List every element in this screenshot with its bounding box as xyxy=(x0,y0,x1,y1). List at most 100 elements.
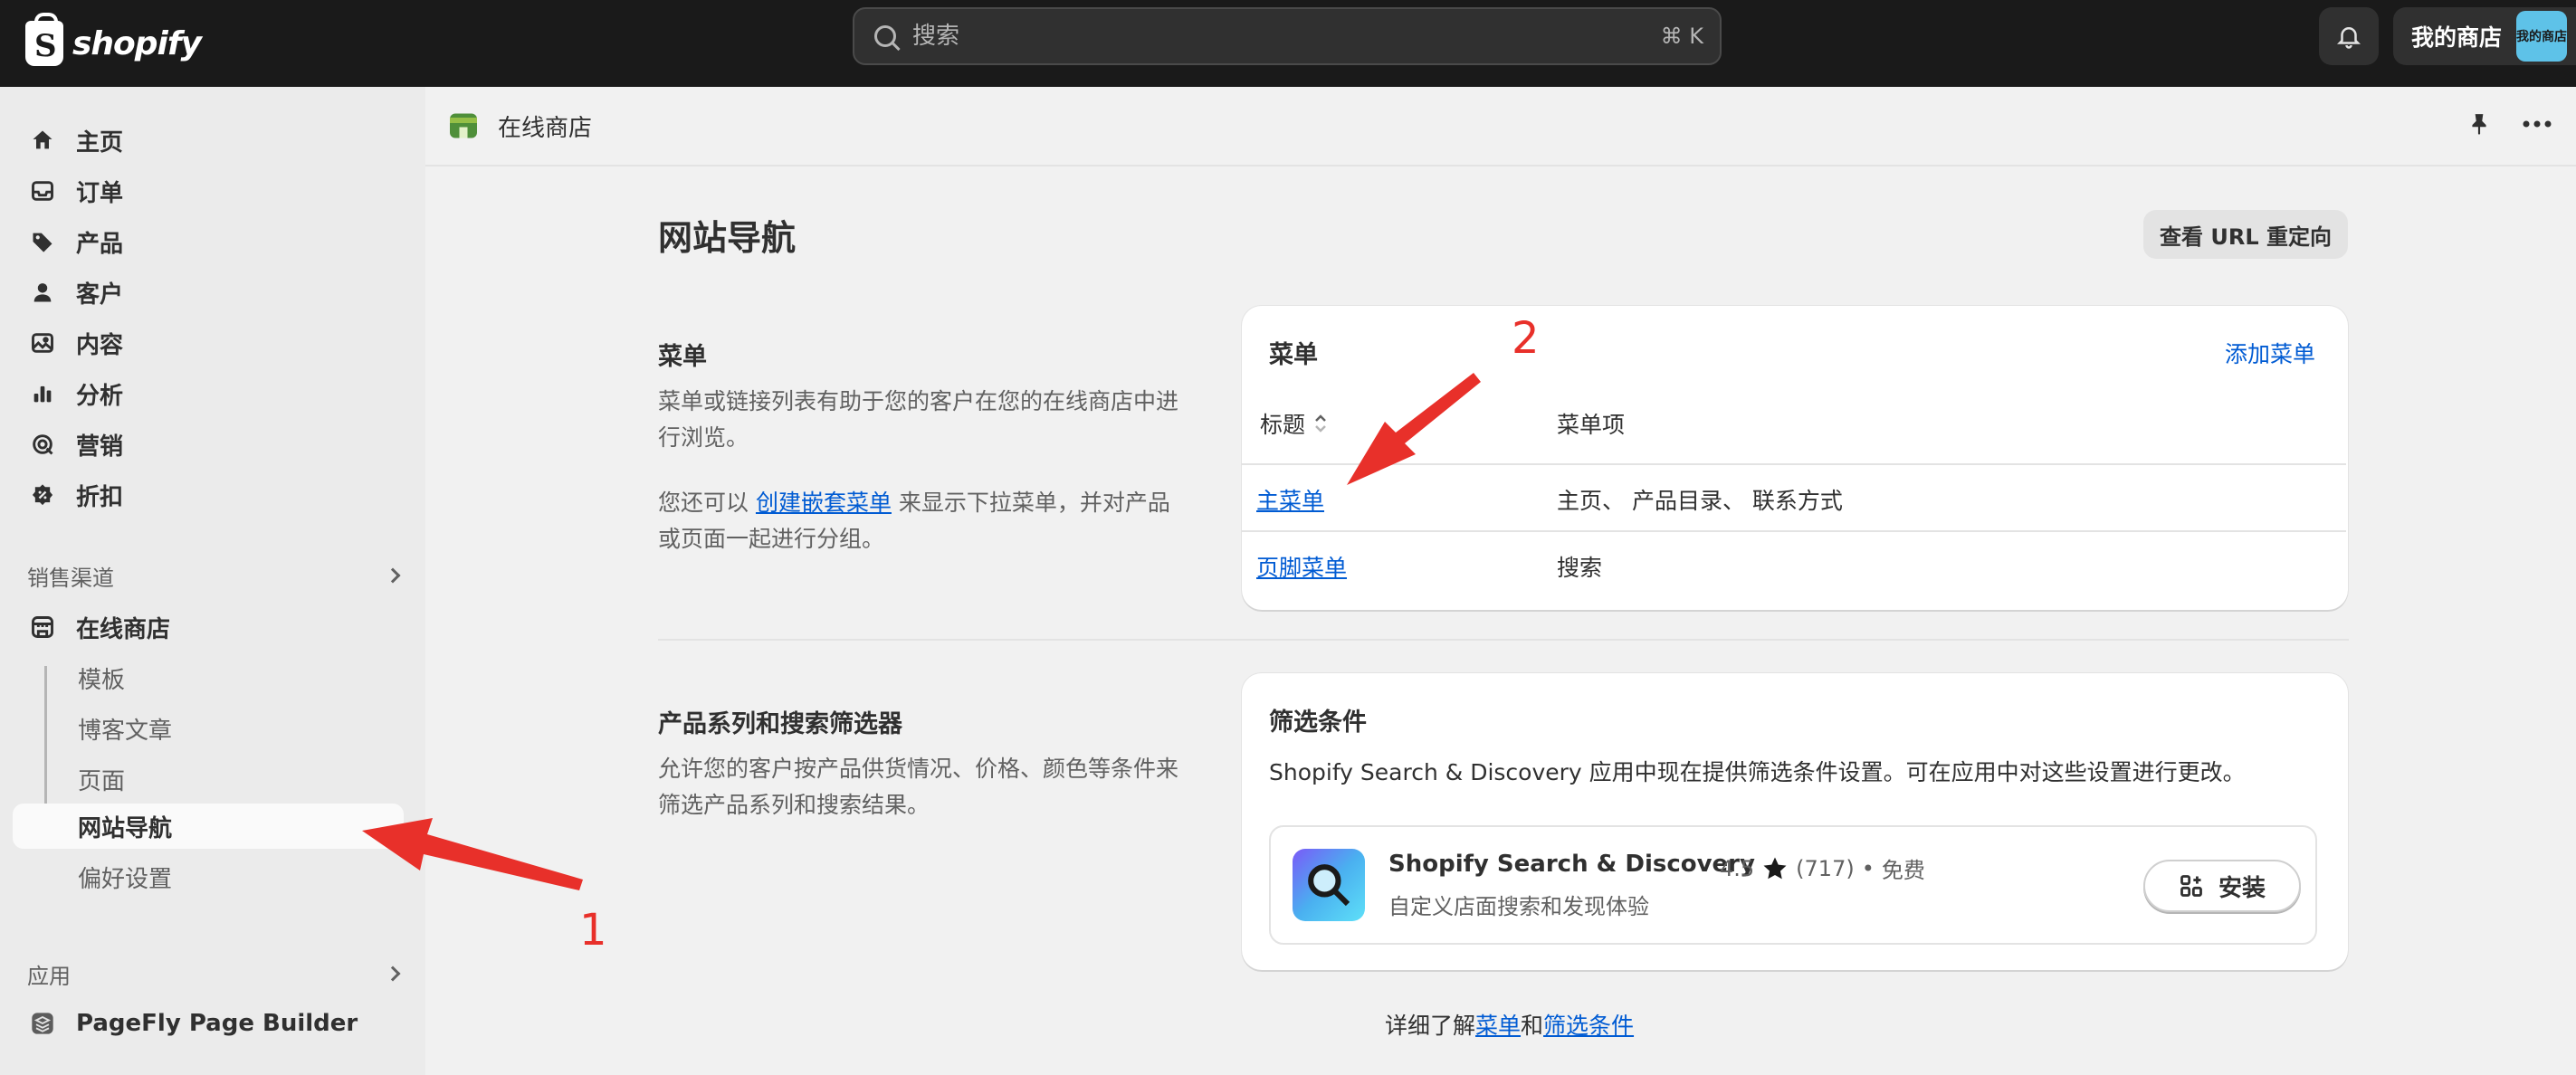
sidebar-item-pagefly[interactable]: PageFly Page Builder xyxy=(13,1001,404,1046)
person-icon xyxy=(20,280,65,305)
online-store-app-icon xyxy=(450,113,477,138)
sidebar-item-customers[interactable]: 客户 xyxy=(13,270,404,315)
column-title-label: 标题 xyxy=(1260,412,1306,438)
sales-channels-heading[interactable]: 销售渠道 xyxy=(27,557,401,594)
discount-icon xyxy=(20,482,65,508)
menus-card: 菜单 添加菜单 标题 菜单项 主菜单 主页、 产品目录、 联系方式 页脚菜单 搜… xyxy=(1242,306,2348,610)
sort-icon xyxy=(1315,414,1326,433)
bar-chart-icon xyxy=(20,381,65,406)
store-name: 我的商店 xyxy=(2411,24,2503,51)
create-nested-menu-link[interactable]: 创建嵌套菜单 xyxy=(756,490,892,516)
column-header-menu-items: 菜单项 xyxy=(1557,412,1626,438)
sidebar-item-label: 内容 xyxy=(76,331,124,359)
sidebar-item-marketing[interactable]: 营销 xyxy=(13,422,404,467)
shopify-logo[interactable]: S shopify xyxy=(25,13,202,72)
footer-middle: 和 xyxy=(1521,1013,1544,1039)
install-button[interactable]: 安装 xyxy=(2143,860,2301,912)
sidebar-item-label: PageFly Page Builder xyxy=(76,1010,358,1037)
shopify-bag-icon: S xyxy=(25,13,63,66)
chevron-right-icon xyxy=(385,567,401,584)
main-menu-items: 主页、 产品目录、 联系方式 xyxy=(1557,488,1843,514)
pin-icon[interactable] xyxy=(2467,110,2491,138)
filters-card-desc: Shopify Search & Discovery 应用中现在提供筛选条件设置… xyxy=(1269,759,2246,785)
annotation-label-2: 2 xyxy=(1512,313,1540,364)
row-divider xyxy=(1242,530,2346,532)
apps-add-icon xyxy=(2180,875,2202,897)
logo-text: shopify xyxy=(72,24,202,62)
sidebar-item-content[interactable]: 内容 xyxy=(13,320,404,366)
page-title: 网站导航 xyxy=(658,218,797,258)
bell-icon xyxy=(2336,27,2361,49)
app-reviews: (717) xyxy=(1796,855,1855,881)
filters-section-title: 产品系列和搜索筛选器 xyxy=(658,710,902,738)
desc-prefix: 您还可以 xyxy=(658,490,756,516)
main-menu-link[interactable]: 主菜单 xyxy=(1256,483,1324,516)
sidebar-item-label: 在线商店 xyxy=(76,615,171,643)
filters-section-desc: 允许您的客户按产品供货情况、价格、颜色等条件来筛选产品系列和搜索结果。 xyxy=(658,756,1179,818)
app-meta: 4.5 (717) • 免费 xyxy=(1720,852,1925,884)
learn-more-footer: 详细了解菜单和筛选条件 xyxy=(1385,1008,1634,1041)
search-icon xyxy=(874,25,896,47)
sidebar-item-label: 主页 xyxy=(76,128,124,157)
column-header-title[interactable]: 标题 xyxy=(1260,407,1327,440)
section-divider xyxy=(658,639,2349,641)
search-shortcut: ⌘ K xyxy=(1660,24,1703,49)
sidebar-sub-pages[interactable]: 页面 xyxy=(13,756,404,802)
target-icon xyxy=(20,432,65,457)
footer-menu-link[interactable]: 页脚菜单 xyxy=(1256,550,1347,583)
footer-prefix: 详细了解 xyxy=(1385,1013,1476,1039)
apps-label: 应用 xyxy=(27,963,71,989)
sidebar-item-products[interactable]: 产品 xyxy=(13,219,404,264)
top-bar: S shopify ⌘ K 我的商店 我的商店 xyxy=(0,0,2576,87)
view-url-redirects-button[interactable]: 查看 URL 重定向 xyxy=(2143,210,2348,259)
sidebar-sub-label: 页面 xyxy=(78,767,126,795)
menus-section-desc-2: 您还可以 创建嵌套菜单 来显示下拉菜单，并对产品或页面一起进行分组。 xyxy=(658,485,1192,557)
app-price: 免费 xyxy=(1881,858,1925,883)
add-menu-link[interactable]: 添加菜单 xyxy=(2225,337,2315,369)
search-input[interactable] xyxy=(912,23,1600,50)
sidebar-item-discounts[interactable]: 折扣 xyxy=(13,472,404,518)
menus-section-title: 菜单 xyxy=(658,343,707,371)
store-menu-button[interactable]: 我的商店 我的商店 xyxy=(2393,7,2576,65)
sidebar-sub-navigation[interactable]: 网站导航 xyxy=(13,804,404,849)
learn-filters-link[interactable]: 筛选条件 xyxy=(1543,1013,1634,1039)
row-divider xyxy=(1242,463,2346,465)
store-avatar: 我的商店 xyxy=(2516,11,2568,62)
sidebar-sub-blog-posts[interactable]: 博客文章 xyxy=(13,706,404,751)
pagefly-icon xyxy=(20,1011,65,1036)
star-icon xyxy=(1763,857,1787,879)
sidebar-item-label: 营销 xyxy=(76,433,124,461)
sidebar-item-home[interactable]: 主页 xyxy=(13,118,404,163)
storefront-icon xyxy=(20,614,65,640)
filters-card: 筛选条件 Shopify Search & Discovery 应用中现在提供筛… xyxy=(1242,673,2348,970)
more-options-icon[interactable] xyxy=(2522,119,2552,128)
tag-icon xyxy=(20,229,65,254)
annotation-label-1: 1 xyxy=(579,905,607,956)
logo-glyph: S xyxy=(34,28,57,64)
home-icon xyxy=(20,128,65,153)
chevron-right-icon xyxy=(385,966,401,982)
inbox-icon xyxy=(20,178,65,204)
sidebar-item-label: 产品 xyxy=(76,230,124,258)
sidebar: 主页 订单 产品 客户 内容 分析 营销 折扣 销售渠道 在线商店 模板 博客文… xyxy=(0,87,425,1075)
sidebar-sub-label: 模板 xyxy=(78,666,126,694)
sales-channels-label: 销售渠道 xyxy=(27,565,114,591)
apps-heading[interactable]: 应用 xyxy=(27,956,401,992)
sidebar-item-orders[interactable]: 订单 xyxy=(13,168,404,214)
sidebar-sub-themes[interactable]: 模板 xyxy=(13,655,404,700)
sidebar-sub-label: 偏好设置 xyxy=(78,865,173,893)
sidebar-item-analytics[interactable]: 分析 xyxy=(13,371,404,416)
sidebar-sub-preferences[interactable]: 偏好设置 xyxy=(13,854,404,899)
notifications-button[interactable] xyxy=(2319,7,2379,65)
install-label: 安装 xyxy=(2218,874,2266,902)
sidebar-sub-label: 网站导航 xyxy=(78,814,173,842)
image-icon xyxy=(20,330,65,356)
app-subtitle: 自定义店面搜索和发现体验 xyxy=(1388,894,1649,919)
footer-menu-items: 搜索 xyxy=(1557,555,1603,581)
sidebar-item-online-store[interactable]: 在线商店 xyxy=(13,604,404,650)
app-listing[interactable]: Shopify Search & Discovery 4.5 (717) • 免… xyxy=(1269,825,2317,945)
search-bar[interactable]: ⌘ K xyxy=(853,7,1722,65)
learn-menus-link[interactable]: 菜单 xyxy=(1475,1013,1521,1039)
page-strip-title: 在线商店 xyxy=(498,114,593,142)
app-meta-bullet: • xyxy=(1861,855,1875,881)
